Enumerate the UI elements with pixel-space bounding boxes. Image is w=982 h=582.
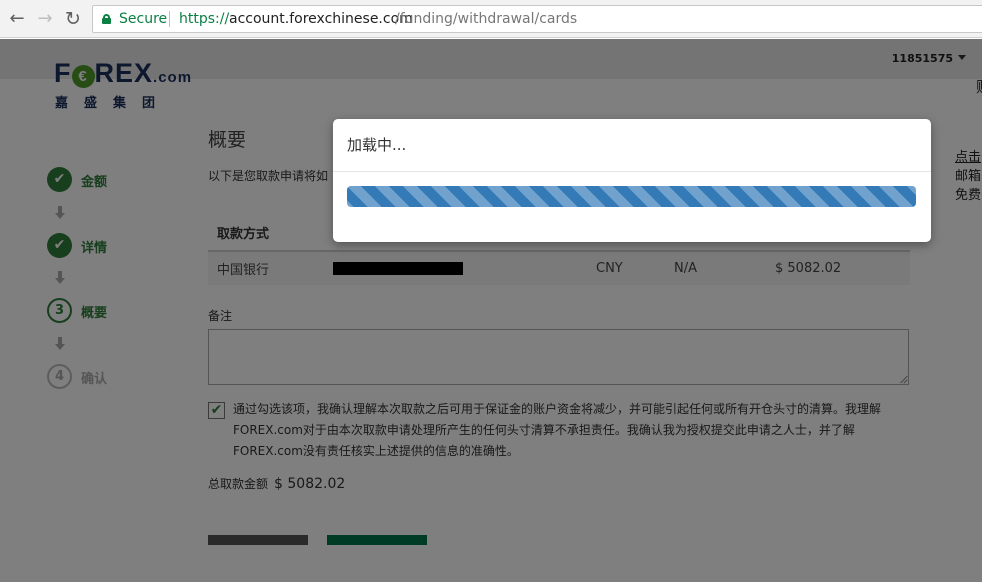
secure-label: Secure	[119, 11, 168, 27]
address-bar[interactable]: Secure https:// account.forexchinese.com…	[92, 5, 982, 33]
progress-fill	[347, 186, 916, 207]
dialog-title: 加载中...	[347, 136, 407, 154]
url-path: /funding/withdrawal/cards	[395, 11, 578, 27]
lock-icon	[102, 14, 111, 24]
progress-bar	[347, 186, 916, 207]
browser-toolbar: ← → ↻ Secure https:// account.forexchine…	[0, 0, 982, 38]
loading-dialog: 加载中...	[333, 119, 931, 242]
reload-icon[interactable]: ↻	[62, 8, 84, 30]
url-scheme: https://	[179, 11, 230, 27]
omnibox-divider	[169, 11, 170, 27]
forward-arrow-icon[interactable]: →	[34, 8, 56, 30]
modal-backdrop-top	[0, 39, 982, 78]
back-arrow-icon[interactable]: ←	[6, 8, 28, 30]
dialog-divider	[333, 171, 931, 172]
url-host: account.forexchinese.com	[229, 11, 413, 27]
